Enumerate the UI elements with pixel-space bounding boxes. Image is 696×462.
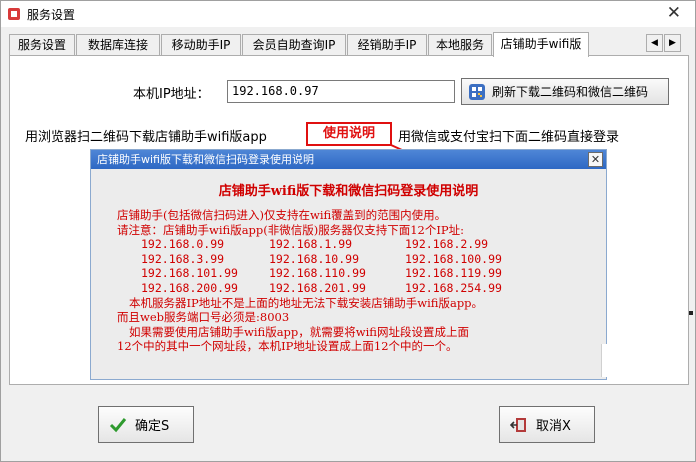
panel-scroll-indicator bbox=[689, 311, 693, 315]
tab-store-assistant-wifi[interactable]: 店铺助手wifi版 bbox=[493, 32, 589, 57]
popup-line: 本机服务器IP地址不是上面的地址无法下载安装店铺助手wifi版app。 bbox=[129, 295, 484, 310]
title-bar[interactable]: 服务设置 ✕ bbox=[1, 1, 695, 27]
usage-instructions-button[interactable]: 使用说明 bbox=[306, 122, 392, 146]
refresh-qr-label: 刷新下载二维码和微信二维码 bbox=[492, 85, 649, 99]
wechat-scan-hint: 用微信或支付宝扫下面二维码直接登录 bbox=[398, 130, 620, 145]
popup-body: 店铺助手(包括微信扫码进入)仅支持在wifi覆盖到的范围内使用。 请注意：店铺助… bbox=[117, 208, 529, 354]
cancel-button[interactable]: 取消X bbox=[499, 406, 595, 443]
exit-door-icon bbox=[510, 417, 526, 432]
tab-label: 移动助手IP bbox=[171, 38, 231, 52]
ip-item: 192.168.110.99 bbox=[269, 266, 366, 281]
tab-label: 数据库连接 bbox=[87, 38, 148, 52]
tab-local-service[interactable]: 本地服务 bbox=[428, 34, 492, 56]
app-icon bbox=[8, 8, 20, 20]
popup-title-bar[interactable]: 店铺助手wifi版下载和微信扫码登录使用说明 bbox=[91, 150, 606, 169]
browser-scan-hint: 用浏览器扫二维码下载店铺助手wifi版app bbox=[25, 130, 267, 145]
tab-label: 本地服务 bbox=[435, 38, 484, 52]
tab-strip: 服务设置 数据库连接 移动助手IP 会员自助查询IP 经销助手IP 本地服务 店… bbox=[9, 32, 689, 57]
tab-label: 经销助手IP bbox=[357, 38, 417, 52]
ip-item: 192.168.1.99 bbox=[269, 237, 353, 252]
ip-item: 192.168.254.99 bbox=[405, 280, 502, 295]
popup-line: 店铺助手(包括微信扫码进入)仅支持在wifi覆盖到的范围内使用。 bbox=[117, 208, 447, 222]
ip-item: 192.168.119.99 bbox=[405, 266, 502, 281]
popup-title: 店铺助手wifi版下载和微信扫码登录使用说明 bbox=[97, 153, 314, 166]
popup-scrollbar[interactable] bbox=[601, 344, 617, 377]
ip-item: 192.168.0.99 bbox=[141, 237, 225, 252]
ip-address-label: 本机IP地址： bbox=[133, 87, 210, 102]
popup-line: 12个中的其中一个网址段，本机IP地址设置成上面12个中的一个。 bbox=[117, 339, 458, 354]
tab-database-connection[interactable]: 数据库连接 bbox=[76, 34, 160, 56]
checkmark-icon bbox=[109, 417, 127, 432]
popup-line: 如果需要使用店铺助手wifi版app，就需要将wifi网址段设置成上面 bbox=[129, 324, 469, 339]
ip-item: 192.168.101.99 bbox=[141, 266, 238, 281]
tab-label: 会员自助查询IP bbox=[252, 38, 336, 52]
refresh-qr-button[interactable]: 刷新下载二维码和微信二维码 bbox=[461, 78, 669, 105]
ip-item: 192.168.200.99 bbox=[141, 280, 238, 295]
popup-close-button[interactable]: ✕ bbox=[588, 152, 603, 167]
ok-button-label: 确定S bbox=[135, 419, 170, 434]
ip-item: 192.168.201.99 bbox=[269, 280, 366, 295]
tab-scroll-left-button[interactable]: ◀ bbox=[646, 34, 663, 52]
refresh-qr-icon bbox=[469, 83, 485, 100]
usage-instructions-popup: 店铺助手wifi版下载和微信扫码登录使用说明 ✕ 店铺助手wifi版下载和微信扫… bbox=[90, 149, 607, 380]
ip-address-field[interactable]: 192.168.0.97 bbox=[227, 80, 455, 103]
ip-list: 192.168.0.99 192.168.1.99 192.168.2.99 1… bbox=[117, 237, 529, 295]
ip-item: 192.168.10.99 bbox=[269, 251, 360, 266]
window-close-button[interactable]: ✕ bbox=[667, 3, 681, 23]
chevron-left-icon: ◀ bbox=[651, 38, 658, 48]
ip-item: 192.168.2.99 bbox=[405, 237, 489, 252]
window-title: 服务设置 bbox=[27, 8, 76, 22]
ip-item: 192.168.100.99 bbox=[405, 251, 502, 266]
ip-item: 192.168.3.99 bbox=[141, 251, 225, 266]
tab-service-settings[interactable]: 服务设置 bbox=[9, 34, 75, 56]
tab-scroll-right-button[interactable]: ▶ bbox=[664, 34, 681, 52]
tab-mobile-assistant-ip[interactable]: 移动助手IP bbox=[161, 34, 241, 56]
tab-label: 服务设置 bbox=[17, 38, 66, 52]
tab-member-self-query-ip[interactable]: 会员自助查询IP bbox=[242, 34, 346, 56]
popup-heading: 店铺助手wifi版下载和微信扫码登录使用说明 bbox=[218, 184, 479, 199]
cancel-button-label: 取消X bbox=[536, 419, 571, 434]
service-settings-window: 服务设置 ✕ 服务设置 数据库连接 移动助手IP 会员自助查询IP 经销助手IP… bbox=[0, 0, 696, 462]
chevron-right-icon: ▶ bbox=[669, 38, 676, 48]
popup-line: 而且web服务端口号必须是:8003 bbox=[117, 310, 290, 325]
tab-label: 店铺助手wifi版 bbox=[500, 37, 582, 51]
ok-button[interactable]: 确定S bbox=[98, 406, 194, 443]
tab-dealer-assistant-ip[interactable]: 经销助手IP bbox=[347, 34, 427, 56]
popup-line: 请注意：店铺助手wifi版app(非微信版)服务器仅支持下面12个IP址: bbox=[117, 222, 465, 237]
